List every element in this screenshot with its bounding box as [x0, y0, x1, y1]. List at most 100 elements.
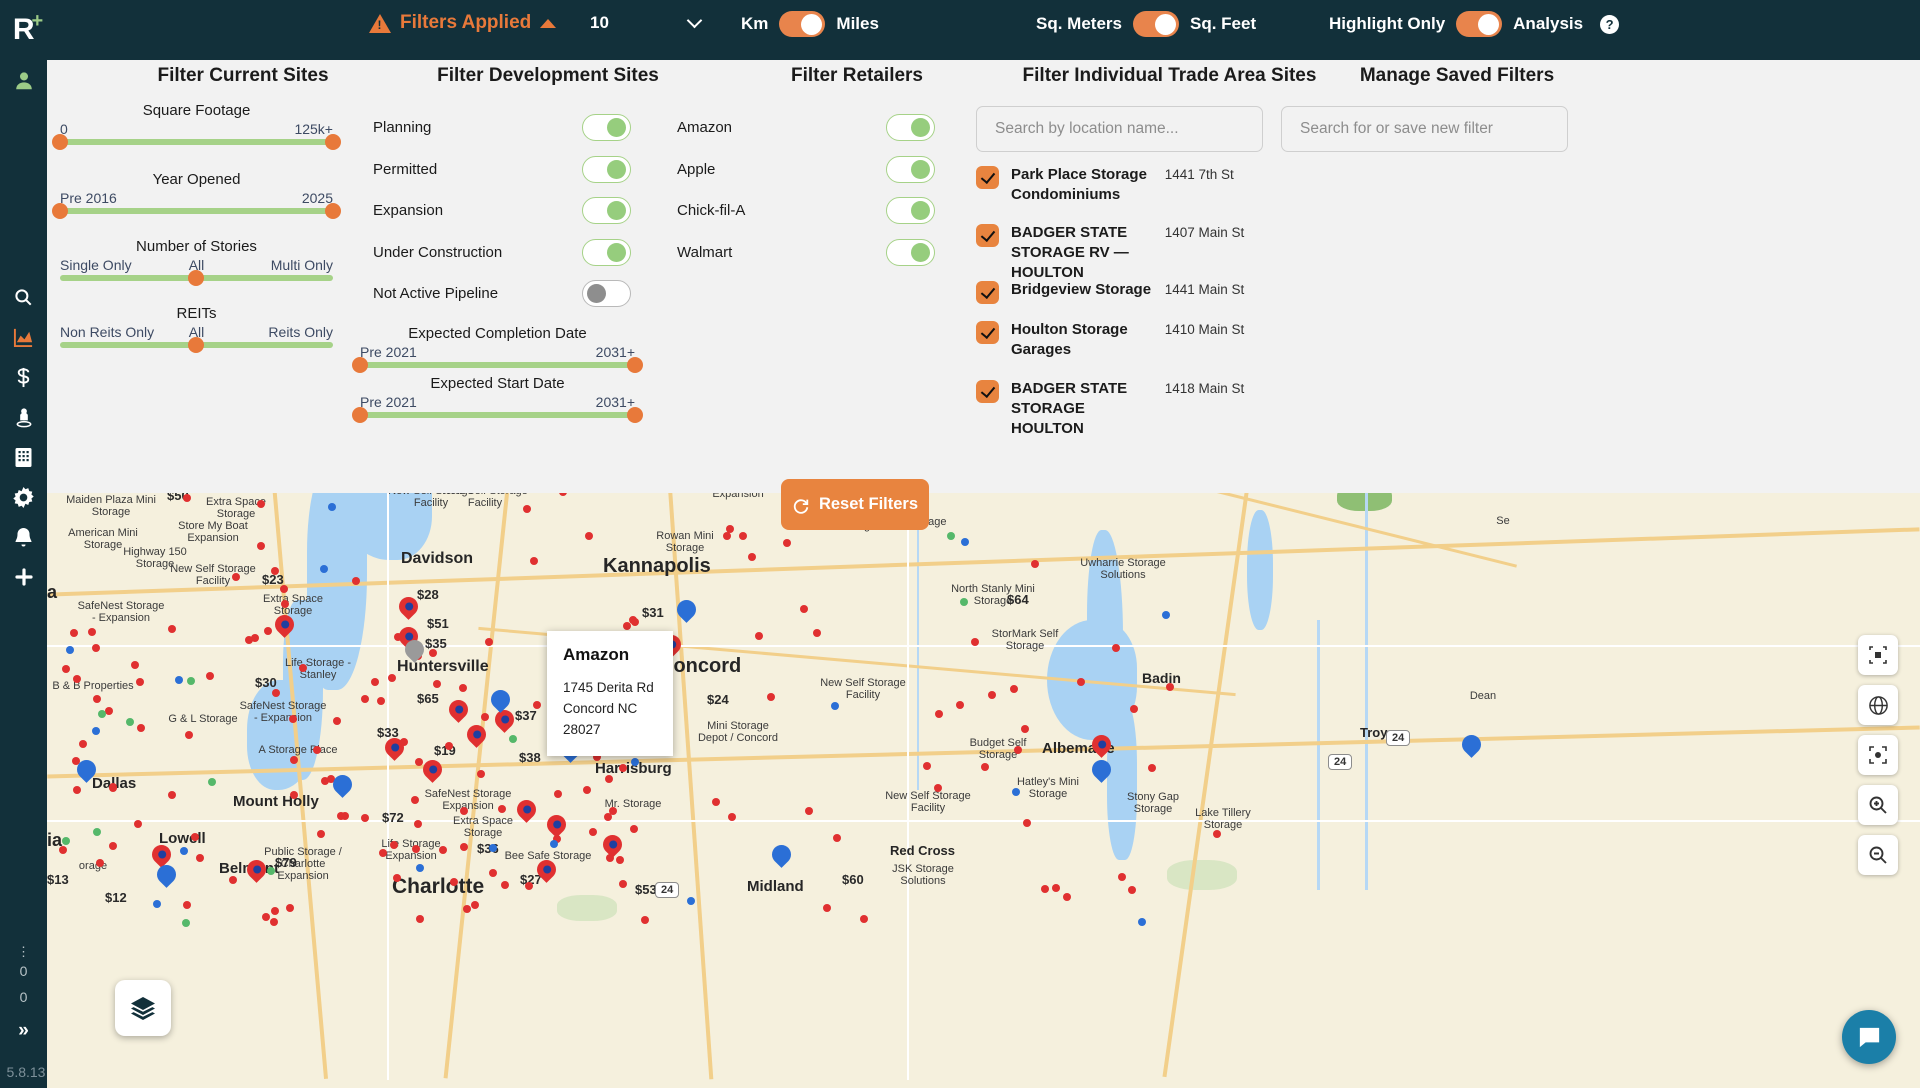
toggle-row-walmart[interactable]: Walmart: [677, 239, 935, 266]
map-site-marker[interactable]: [755, 631, 764, 640]
trade-area-checkbox[interactable]: [976, 166, 999, 189]
trade-area-checkbox[interactable]: [976, 281, 999, 304]
gear-icon[interactable]: [0, 478, 47, 516]
map-site-marker[interactable]: [1118, 872, 1127, 881]
toggle-row-expansion[interactable]: Expansion: [373, 197, 631, 224]
map-site-marker[interactable]: [955, 701, 964, 709]
map-site-marker[interactable]: [91, 643, 100, 652]
toggle-row-permitted[interactable]: Permitted: [373, 156, 631, 183]
slider-knob-min[interactable]: [352, 357, 368, 373]
toggle-planning[interactable]: [582, 114, 631, 141]
map-site-marker[interactable]: [361, 694, 370, 703]
analytics-icon[interactable]: [0, 318, 47, 356]
slider-reits[interactable]: REITs Non Reits Only All Reits Only: [60, 305, 333, 353]
slider-knob-min[interactable]: [52, 203, 68, 219]
saved-filters-search-input[interactable]: [1281, 106, 1568, 152]
map-site-marker[interactable]: [450, 877, 459, 886]
trade-area-item[interactable]: Park Place Storage Condominiums 1441 7th…: [976, 165, 1246, 205]
trade-area-search-input[interactable]: [976, 106, 1263, 152]
map-site-marker[interactable]: [459, 807, 468, 816]
select-area-icon[interactable]: [1858, 635, 1898, 675]
map-site-marker[interactable]: [152, 899, 161, 908]
map-site-marker[interactable]: [1041, 884, 1050, 893]
slider-expected-completion-date[interactable]: Expected Completion Date Pre 2021 2031+: [352, 325, 643, 373]
slider-track[interactable]: [60, 270, 333, 286]
trade-area-item[interactable]: BADGER STATE STORAGE RV — HOULTON 1407 M…: [976, 223, 1246, 283]
toggle-row-planning[interactable]: Planning: [373, 114, 631, 141]
trade-area-item[interactable]: BADGER STATE STORAGE HOULTON 1418 Main S…: [976, 379, 1246, 439]
map-site-marker[interactable]: [981, 762, 990, 771]
map-site-marker[interactable]: [271, 906, 280, 915]
map-site-marker[interactable]: [320, 777, 329, 786]
map-site-marker[interactable]: [266, 866, 275, 875]
map-site-marker[interactable]: [615, 855, 624, 864]
expand-rail-button[interactable]: »: [0, 1020, 47, 1042]
map-site-marker[interactable]: [712, 797, 721, 806]
map-popup[interactable]: Amazon 1745 Derita Rd Concord NC 28027: [547, 631, 673, 756]
map-site-marker[interactable]: [327, 503, 336, 512]
map-site-marker[interactable]: [822, 903, 831, 912]
map-site-marker[interactable]: [799, 604, 808, 613]
app-logo[interactable]: R +: [0, 0, 58, 60]
user-icon[interactable]: [0, 62, 47, 100]
toggle-row-apple[interactable]: Apple: [677, 156, 935, 183]
reset-filters-button[interactable]: Reset Filters: [781, 479, 929, 530]
map-site-marker[interactable]: [360, 813, 369, 822]
map-site-marker[interactable]: [584, 532, 593, 541]
help-icon[interactable]: ?: [1600, 14, 1620, 34]
map-site-marker[interactable]: [1063, 892, 1072, 901]
building-icon[interactable]: [0, 438, 47, 476]
map-site-marker[interactable]: [462, 904, 471, 913]
person-pin-icon[interactable]: [0, 398, 47, 436]
map-site-marker[interactable]: [187, 676, 195, 685]
toggle-apple[interactable]: [886, 156, 935, 183]
toggle-chickfila[interactable]: [886, 197, 935, 224]
map-site-marker[interactable]: [640, 915, 649, 924]
map-site-marker[interactable]: [415, 914, 424, 923]
map-site-marker[interactable]: [476, 770, 485, 779]
toggle-amazon[interactable]: [886, 114, 935, 141]
toggle-permitted[interactable]: [582, 156, 631, 183]
map-site-marker[interactable]: [622, 622, 631, 631]
map-site-marker[interactable]: [508, 734, 517, 743]
map-site-marker[interactable]: [285, 903, 294, 912]
map-site-marker[interactable]: [205, 671, 214, 680]
toggle-row-not-active-pipeline[interactable]: Not Active Pipeline: [373, 280, 631, 307]
map-site-marker[interactable]: [1013, 746, 1022, 755]
map-site-marker[interactable]: [125, 718, 134, 727]
trade-area-item[interactable]: Houlton Storage Garages 1410 Main St: [976, 320, 1246, 360]
map-site-marker[interactable]: [830, 701, 839, 710]
map-site-marker[interactable]: [337, 811, 346, 820]
toggle-walmart[interactable]: [886, 239, 935, 266]
area-unit-toggle[interactable]: [1132, 11, 1179, 37]
map-site-marker[interactable]: [1212, 829, 1221, 838]
map-site-marker[interactable]: [933, 783, 942, 792]
slider-track[interactable]: [352, 357, 643, 373]
map-site-marker[interactable]: [1030, 560, 1039, 569]
map-site-marker[interactable]: [439, 845, 448, 854]
filters-applied-button[interactable]: Filters Applied: [369, 12, 557, 34]
toggle-under-construction[interactable]: [582, 239, 631, 266]
map-site-marker[interactable]: [392, 873, 401, 882]
zoom-in-icon[interactable]: [1858, 785, 1898, 825]
focus-icon[interactable]: [1858, 735, 1898, 775]
map-site-marker[interactable]: [184, 730, 193, 739]
slider-knob[interactable]: [188, 270, 204, 286]
map-site-marker[interactable]: [934, 709, 943, 718]
map-site-marker[interactable]: [959, 597, 968, 606]
slider-knob-max[interactable]: [627, 357, 643, 373]
radius-select[interactable]: 10: [590, 12, 703, 33]
slider-number-of-stories[interactable]: Number of Stories Single Only All Multi …: [60, 238, 333, 286]
map-site-marker[interactable]: [135, 678, 144, 687]
slider-knob-max[interactable]: [325, 134, 341, 150]
toggle-row-chickfila[interactable]: Chick-fil-A: [677, 197, 935, 224]
map-site-marker[interactable]: [108, 782, 117, 791]
toggle-not-active-pipeline[interactable]: [582, 280, 631, 307]
map-site-marker[interactable]: [488, 843, 497, 852]
map-site-marker[interactable]: [458, 683, 467, 692]
map-site-marker[interactable]: [271, 567, 279, 576]
dollar-icon[interactable]: [0, 358, 47, 396]
map-site-marker[interactable]: [960, 538, 969, 547]
map-site-marker[interactable]: [428, 648, 437, 657]
map-site-marker[interactable]: [630, 757, 639, 766]
